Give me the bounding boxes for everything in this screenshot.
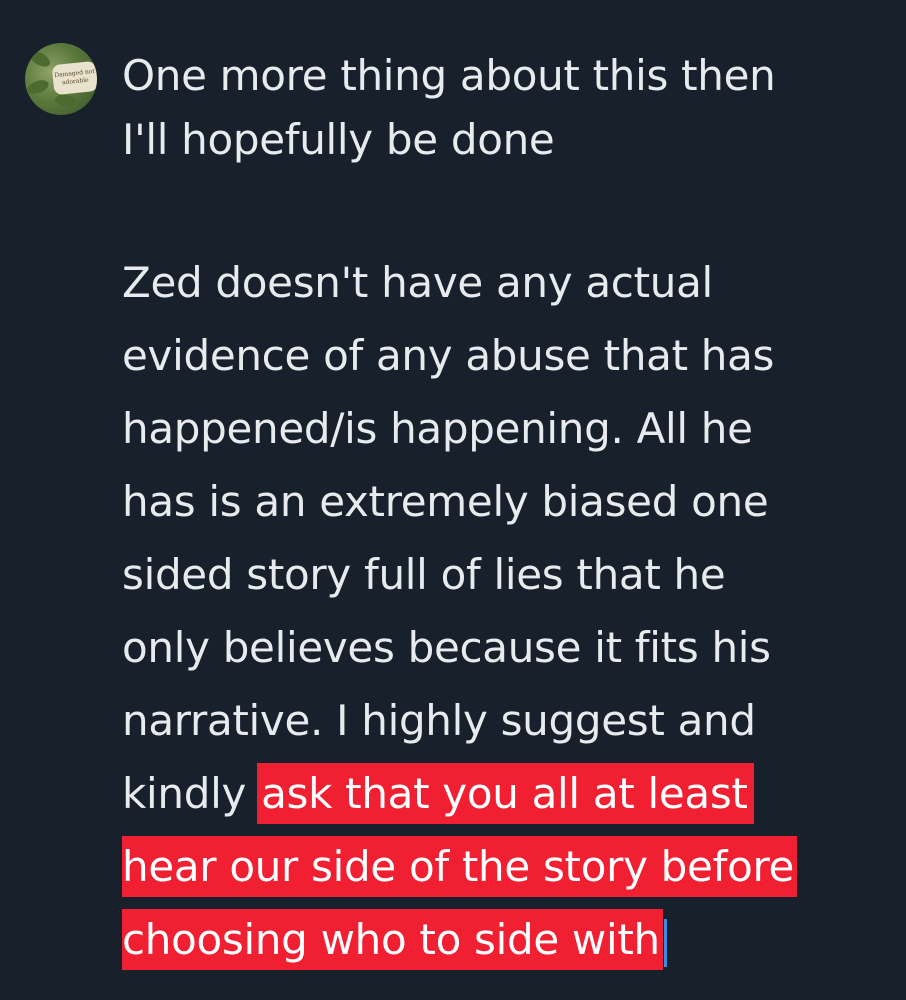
avatar[interactable]: Damaged not adorable [25,43,97,115]
selected-text-highlight[interactable]: choosing who to side with [122,909,663,970]
leaf-shape [27,48,53,70]
text-line: narrative. I highly suggest and [122,696,756,745]
text-line: sided story full of lies that he [122,550,726,599]
text-cursor [663,918,667,967]
post-container: Damaged not adorable One more thing abou… [0,0,906,1000]
text-line-highlighted: hear our side of the story before [122,830,892,903]
leaf-shape [25,77,51,97]
selected-text-highlight[interactable]: hear our side of the story before [122,836,798,897]
post-text: One more thing about this then I'll hope… [122,44,892,976]
text-line: I'll hopefully be done [122,115,555,164]
leaf-shape [54,93,78,109]
text-line: happened/is happening. All he [122,404,753,453]
text-line-mixed: kindly ask that you all at least [122,757,892,830]
avatar-tag-text: Damaged not adorable [51,60,97,96]
text-line: Zed doesn't have any actual [122,258,713,307]
text-line: only believes because it fits his [122,623,771,672]
text-segment: kindly [122,769,246,818]
text-line: One more thing about this then [122,51,776,100]
text-line: evidence of any abuse that has [122,331,775,380]
text-line: has is an extremely biased one [122,477,769,526]
selected-text-highlight[interactable]: ask that you all at least [257,763,754,824]
text-line-highlighted: choosing who to side with [122,903,892,976]
